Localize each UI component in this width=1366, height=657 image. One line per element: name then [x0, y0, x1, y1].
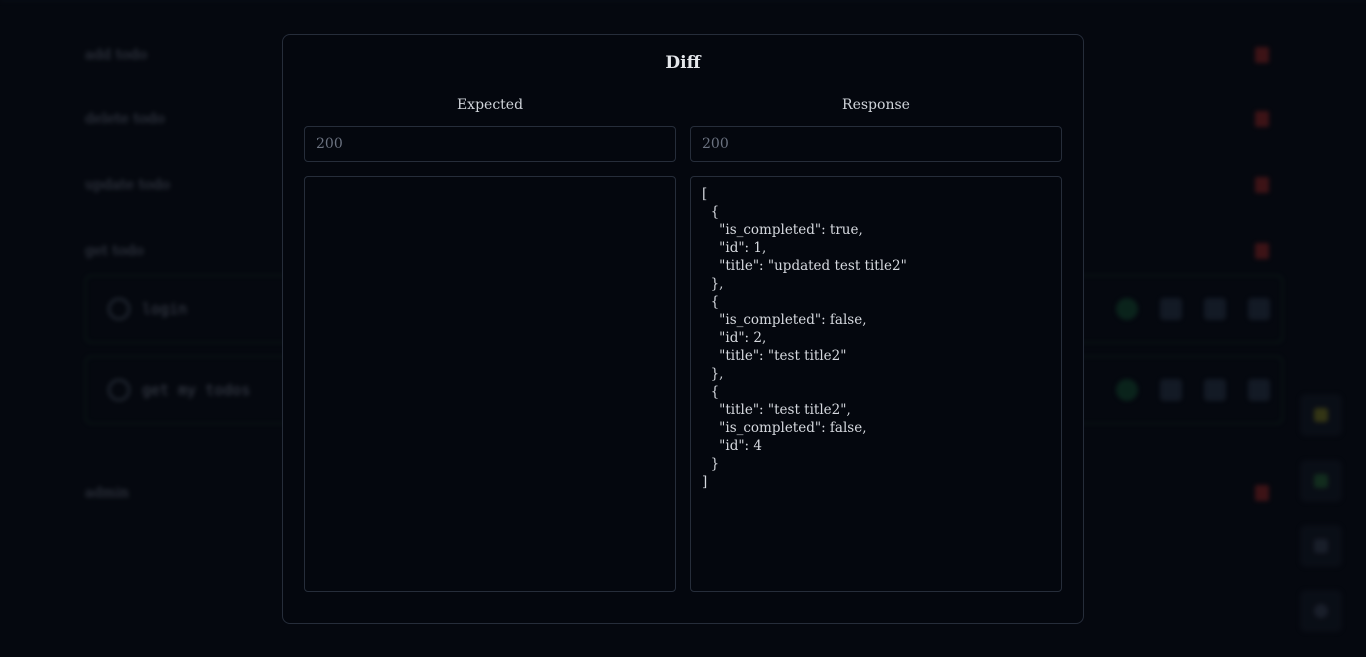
card-actions — [1116, 379, 1270, 401]
globe-icon — [108, 379, 130, 401]
globe-icon — [108, 298, 130, 320]
modal-title: Diff — [665, 53, 701, 73]
plus-icon — [1314, 604, 1328, 618]
trash-icon[interactable] — [1248, 298, 1270, 320]
trash-icon[interactable] — [1248, 379, 1270, 401]
edit-icon[interactable] — [1204, 298, 1226, 320]
top-divider — [0, 0, 1366, 1]
side-button[interactable] — [1300, 394, 1342, 436]
trash-icon[interactable] — [1255, 243, 1269, 259]
response-body-text: [ { "is_completed": true, "id": 1, "titl… — [702, 186, 907, 490]
expected-status-field[interactable]: 200 — [304, 126, 676, 162]
request-label: delete todo — [85, 111, 165, 127]
test-card-name: login — [142, 300, 188, 318]
trash-icon[interactable] — [1255, 47, 1269, 63]
side-button[interactable] — [1300, 460, 1342, 502]
expected-body-field[interactable] — [304, 176, 676, 592]
play-icon[interactable] — [1160, 379, 1182, 401]
expected-heading: Expected — [456, 97, 524, 113]
request-label: admin — [85, 485, 130, 501]
edit-icon — [1314, 539, 1328, 553]
expected-body-text — [305, 177, 675, 193]
response-body-field[interactable]: [ { "is_completed": true, "id": 1, "titl… — [690, 176, 1062, 592]
response-status-field[interactable]: 200 — [690, 126, 1062, 162]
wand-icon — [1314, 408, 1328, 422]
card-actions — [1116, 298, 1270, 320]
side-button[interactable] — [1300, 590, 1342, 632]
response-heading: Response — [842, 97, 910, 113]
request-label: get todo — [85, 243, 144, 259]
test-card-name: get my todos — [142, 381, 251, 399]
side-button[interactable] — [1300, 525, 1342, 567]
request-label: add todo — [85, 47, 148, 63]
trash-icon[interactable] — [1255, 111, 1269, 127]
trash-icon[interactable] — [1255, 177, 1269, 193]
request-label: update todo — [85, 177, 171, 193]
status-dot-icon — [1116, 298, 1138, 320]
play-icon[interactable] — [1160, 298, 1182, 320]
diff-modal: Diff Expected Response 200 200 [ { "is_c… — [282, 34, 1084, 624]
play-icon — [1314, 474, 1328, 488]
trash-icon[interactable] — [1255, 485, 1269, 501]
status-dot-icon — [1116, 379, 1138, 401]
edit-icon[interactable] — [1204, 379, 1226, 401]
